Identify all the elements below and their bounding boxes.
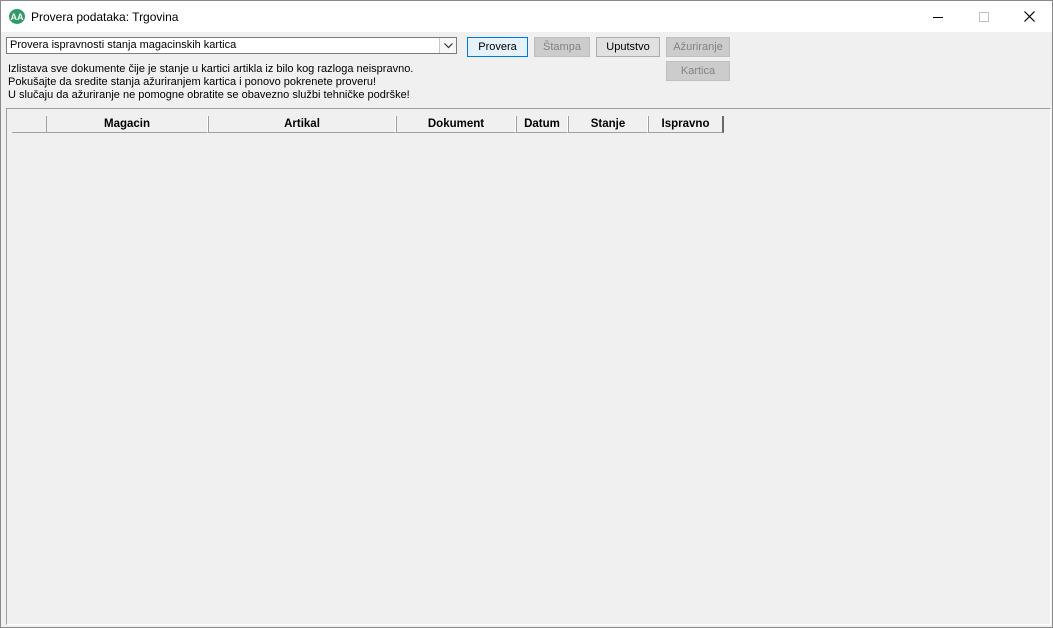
svg-text:AA: AA <box>11 12 24 22</box>
dropdown-button[interactable] <box>439 38 456 53</box>
check-type-value: Provera ispravnosti stanja magacinskih k… <box>10 39 237 51</box>
column-header-datum[interactable]: Datum <box>516 116 568 133</box>
column-header-dokument[interactable]: Dokument <box>396 116 516 133</box>
close-button[interactable] <box>1006 1 1052 32</box>
app-window: AA Provera podataka: Trgovina Provera is… <box>0 0 1053 628</box>
column-header-artikal[interactable]: Artikal <box>208 116 396 133</box>
column-header-ispravno[interactable]: Ispravno <box>648 116 724 133</box>
maximize-icon <box>979 11 989 22</box>
description-line-1: Izlistava sve dokumente čije je stanje u… <box>8 63 414 75</box>
results-grid[interactable]: Magacin Artikal Dokument Datum Stanje Is… <box>6 108 1051 625</box>
stampa-button[interactable]: Štampa <box>534 37 590 57</box>
grid-corner-cell <box>12 116 46 133</box>
column-header-magacin[interactable]: Magacin <box>46 116 208 133</box>
chevron-down-icon <box>443 40 453 52</box>
minimize-icon <box>933 12 943 22</box>
column-header-stanje[interactable]: Stanje <box>568 116 648 133</box>
azuriranje-button[interactable]: Ažuriranje <box>666 37 730 57</box>
grid-header: Magacin Artikal Dokument Datum Stanje Is… <box>12 116 724 133</box>
description-line-2: Pokušajte da sredite stanja ažuriranjem … <box>8 76 377 88</box>
window-title: Provera podataka: Trgovina <box>31 10 179 24</box>
uputstvo-button[interactable]: Uputstvo <box>596 37 660 57</box>
description-line-3: U slučaju da ažuriranje ne pomogne obrat… <box>8 89 410 101</box>
maximize-button[interactable] <box>961 1 1007 32</box>
title-bar[interactable]: AA Provera podataka: Trgovina <box>1 1 1052 32</box>
check-type-select[interactable]: Provera ispravnosti stanja magacinskih k… <box>6 37 457 54</box>
provera-button[interactable]: Provera <box>467 37 528 57</box>
minimize-button[interactable] <box>915 1 961 32</box>
app-logo-icon: AA <box>9 9 25 24</box>
kartica-button[interactable]: Kartica <box>666 61 730 81</box>
close-icon <box>1023 11 1035 22</box>
